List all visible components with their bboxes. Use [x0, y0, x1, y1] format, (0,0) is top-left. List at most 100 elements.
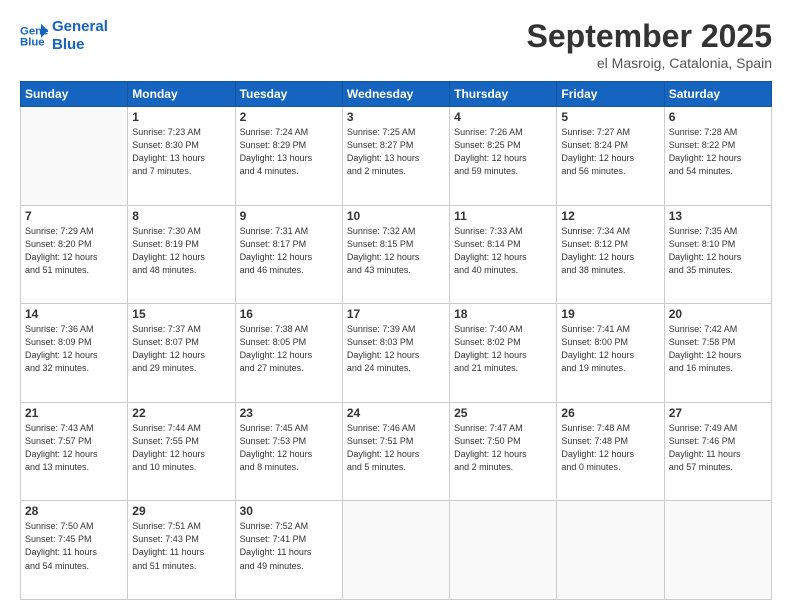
day-info: Sunrise: 7:28 AM Sunset: 8:22 PM Dayligh… — [669, 126, 767, 178]
logo: General Blue General Blue — [20, 18, 108, 54]
calendar-cell: 6 Sunrise: 7:28 AM Sunset: 8:22 PM Daylig… — [664, 107, 771, 206]
month-title: September 2025 — [527, 18, 772, 55]
week-row-1: 1 Sunrise: 7:23 AM Sunset: 8:30 PM Daylig… — [21, 107, 772, 206]
calendar-cell: 16 Sunrise: 7:38 AM Sunset: 8:05 PM Dayli… — [235, 304, 342, 403]
day-info: Sunrise: 7:24 AM Sunset: 8:29 PM Dayligh… — [240, 126, 338, 178]
day-number: 6 — [669, 110, 767, 124]
calendar-cell — [664, 501, 771, 600]
day-info: Sunrise: 7:26 AM Sunset: 8:25 PM Dayligh… — [454, 126, 552, 178]
day-number: 2 — [240, 110, 338, 124]
day-info: Sunrise: 7:40 AM Sunset: 8:02 PM Dayligh… — [454, 323, 552, 375]
calendar-cell: 20Sunrise: 7:42 AM Sunset: 7:58 PM Dayli… — [664, 304, 771, 403]
day-info: Sunrise: 7:45 AM Sunset: 7:53 PM Dayligh… — [240, 422, 338, 474]
day-info: Sunrise: 7:36 AM Sunset: 8:09 PM Dayligh… — [25, 323, 123, 375]
location: el Masroig, Catalonia, Spain — [527, 55, 772, 71]
calendar-cell: 22 Sunrise: 7:44 AM Sunset: 7:55 PM Dayli… — [128, 402, 235, 501]
day-number: 22 — [132, 406, 230, 420]
day-number: 4 — [454, 110, 552, 124]
day-number: 24 — [347, 406, 445, 420]
calendar-cell — [557, 501, 664, 600]
page: General Blue General Blue September 2025… — [0, 0, 792, 612]
day-number: 12 — [561, 209, 659, 223]
day-info: Sunrise: 7:38 AM Sunset: 8:05 PM Dayligh… — [240, 323, 338, 375]
calendar-cell: 4 Sunrise: 7:26 AM Sunset: 8:25 PM Daylig… — [450, 107, 557, 206]
day-info: Sunrise: 7:47 AM Sunset: 7:50 PM Dayligh… — [454, 422, 552, 474]
day-info: Sunrise: 7:35 AM Sunset: 8:10 PM Dayligh… — [669, 225, 767, 277]
day-info: Sunrise: 7:46 AM Sunset: 7:51 PM Dayligh… — [347, 422, 445, 474]
day-info: Sunrise: 7:34 AM Sunset: 8:12 PM Dayligh… — [561, 225, 659, 277]
calendar-cell: 23 Sunrise: 7:45 AM Sunset: 7:53 PM Dayli… — [235, 402, 342, 501]
day-info: Sunrise: 7:37 AM Sunset: 8:07 PM Dayligh… — [132, 323, 230, 375]
calendar-cell: 15 Sunrise: 7:37 AM Sunset: 8:07 PM Dayli… — [128, 304, 235, 403]
day-info: Sunrise: 7:52 AM Sunset: 7:41 PM Dayligh… — [240, 520, 338, 572]
calendar-cell: 18Sunrise: 7:40 AM Sunset: 8:02 PM Dayli… — [450, 304, 557, 403]
day-number: 7 — [25, 209, 123, 223]
calendar-cell: 29 Sunrise: 7:51 AM Sunset: 7:43 PM Dayli… — [128, 501, 235, 600]
day-header-monday: Monday — [128, 82, 235, 107]
calendar-table: SundayMondayTuesdayWednesdayThursdayFrid… — [20, 81, 772, 600]
day-number: 11 — [454, 209, 552, 223]
day-number: 15 — [132, 307, 230, 321]
day-number: 23 — [240, 406, 338, 420]
calendar-cell — [342, 501, 449, 600]
logo-text: General Blue — [52, 18, 108, 54]
logo-icon: General Blue — [20, 22, 48, 50]
day-number: 9 — [240, 209, 338, 223]
day-info: Sunrise: 7:39 AM Sunset: 8:03 PM Dayligh… — [347, 323, 445, 375]
day-header-saturday: Saturday — [664, 82, 771, 107]
calendar-cell: 27 Sunrise: 7:49 AM Sunset: 7:46 PM Dayli… — [664, 402, 771, 501]
day-info: Sunrise: 7:42 AM Sunset: 7:58 PM Dayligh… — [669, 323, 767, 375]
day-info: Sunrise: 7:41 AM Sunset: 8:00 PM Dayligh… — [561, 323, 659, 375]
day-info: Sunrise: 7:32 AM Sunset: 8:15 PM Dayligh… — [347, 225, 445, 277]
title-block: September 2025 el Masroig, Catalonia, Sp… — [527, 18, 772, 71]
day-info: Sunrise: 7:48 AM Sunset: 7:48 PM Dayligh… — [561, 422, 659, 474]
week-row-5: 28Sunrise: 7:50 AM Sunset: 7:45 PM Dayli… — [21, 501, 772, 600]
day-info: Sunrise: 7:33 AM Sunset: 8:14 PM Dayligh… — [454, 225, 552, 277]
calendar-cell: 7 Sunrise: 7:29 AM Sunset: 8:20 PM Daylig… — [21, 205, 128, 304]
header-row: SundayMondayTuesdayWednesdayThursdayFrid… — [21, 82, 772, 107]
day-number: 17 — [347, 307, 445, 321]
calendar-cell: 12 Sunrise: 7:34 AM Sunset: 8:12 PM Dayli… — [557, 205, 664, 304]
day-info: Sunrise: 7:51 AM Sunset: 7:43 PM Dayligh… — [132, 520, 230, 572]
day-number: 8 — [132, 209, 230, 223]
svg-text:Blue: Blue — [20, 37, 45, 49]
calendar-cell — [450, 501, 557, 600]
day-info: Sunrise: 7:29 AM Sunset: 8:20 PM Dayligh… — [25, 225, 123, 277]
calendar-cell: 17 Sunrise: 7:39 AM Sunset: 8:03 PM Dayli… — [342, 304, 449, 403]
calendar-cell: 8 Sunrise: 7:30 AM Sunset: 8:19 PM Daylig… — [128, 205, 235, 304]
calendar-cell — [21, 107, 128, 206]
day-number: 29 — [132, 504, 230, 518]
calendar-cell: 2 Sunrise: 7:24 AM Sunset: 8:29 PM Daylig… — [235, 107, 342, 206]
calendar-cell: 25 Sunrise: 7:47 AM Sunset: 7:50 PM Dayli… — [450, 402, 557, 501]
day-info: Sunrise: 7:44 AM Sunset: 7:55 PM Dayligh… — [132, 422, 230, 474]
calendar-cell: 21 Sunrise: 7:43 AM Sunset: 7:57 PM Dayli… — [21, 402, 128, 501]
day-number: 16 — [240, 307, 338, 321]
day-info: Sunrise: 7:49 AM Sunset: 7:46 PM Dayligh… — [669, 422, 767, 474]
calendar-cell: 14Sunrise: 7:36 AM Sunset: 8:09 PM Dayli… — [21, 304, 128, 403]
calendar-cell: 10 Sunrise: 7:32 AM Sunset: 8:15 PM Dayli… — [342, 205, 449, 304]
calendar-cell: 26Sunrise: 7:48 AM Sunset: 7:48 PM Dayli… — [557, 402, 664, 501]
day-info: Sunrise: 7:23 AM Sunset: 8:30 PM Dayligh… — [132, 126, 230, 178]
day-info: Sunrise: 7:31 AM Sunset: 8:17 PM Dayligh… — [240, 225, 338, 277]
day-header-friday: Friday — [557, 82, 664, 107]
week-row-3: 14Sunrise: 7:36 AM Sunset: 8:09 PM Dayli… — [21, 304, 772, 403]
day-number: 1 — [132, 110, 230, 124]
day-header-wednesday: Wednesday — [342, 82, 449, 107]
day-number: 27 — [669, 406, 767, 420]
calendar-cell: 9 Sunrise: 7:31 AM Sunset: 8:17 PM Daylig… — [235, 205, 342, 304]
day-info: Sunrise: 7:50 AM Sunset: 7:45 PM Dayligh… — [25, 520, 123, 572]
week-row-4: 21 Sunrise: 7:43 AM Sunset: 7:57 PM Dayli… — [21, 402, 772, 501]
header: General Blue General Blue September 2025… — [20, 18, 772, 71]
day-header-sunday: Sunday — [21, 82, 128, 107]
day-number: 25 — [454, 406, 552, 420]
calendar-cell: 3Sunrise: 7:25 AM Sunset: 8:27 PM Daylig… — [342, 107, 449, 206]
day-number: 10 — [347, 209, 445, 223]
day-header-thursday: Thursday — [450, 82, 557, 107]
day-info: Sunrise: 7:43 AM Sunset: 7:57 PM Dayligh… — [25, 422, 123, 474]
calendar-cell: 30Sunrise: 7:52 AM Sunset: 7:41 PM Dayli… — [235, 501, 342, 600]
calendar-cell: 13Sunrise: 7:35 AM Sunset: 8:10 PM Dayli… — [664, 205, 771, 304]
day-info: Sunrise: 7:30 AM Sunset: 8:19 PM Dayligh… — [132, 225, 230, 277]
day-number: 21 — [25, 406, 123, 420]
calendar-cell: 19Sunrise: 7:41 AM Sunset: 8:00 PM Dayli… — [557, 304, 664, 403]
calendar-cell: 11 Sunrise: 7:33 AM Sunset: 8:14 PM Dayli… — [450, 205, 557, 304]
